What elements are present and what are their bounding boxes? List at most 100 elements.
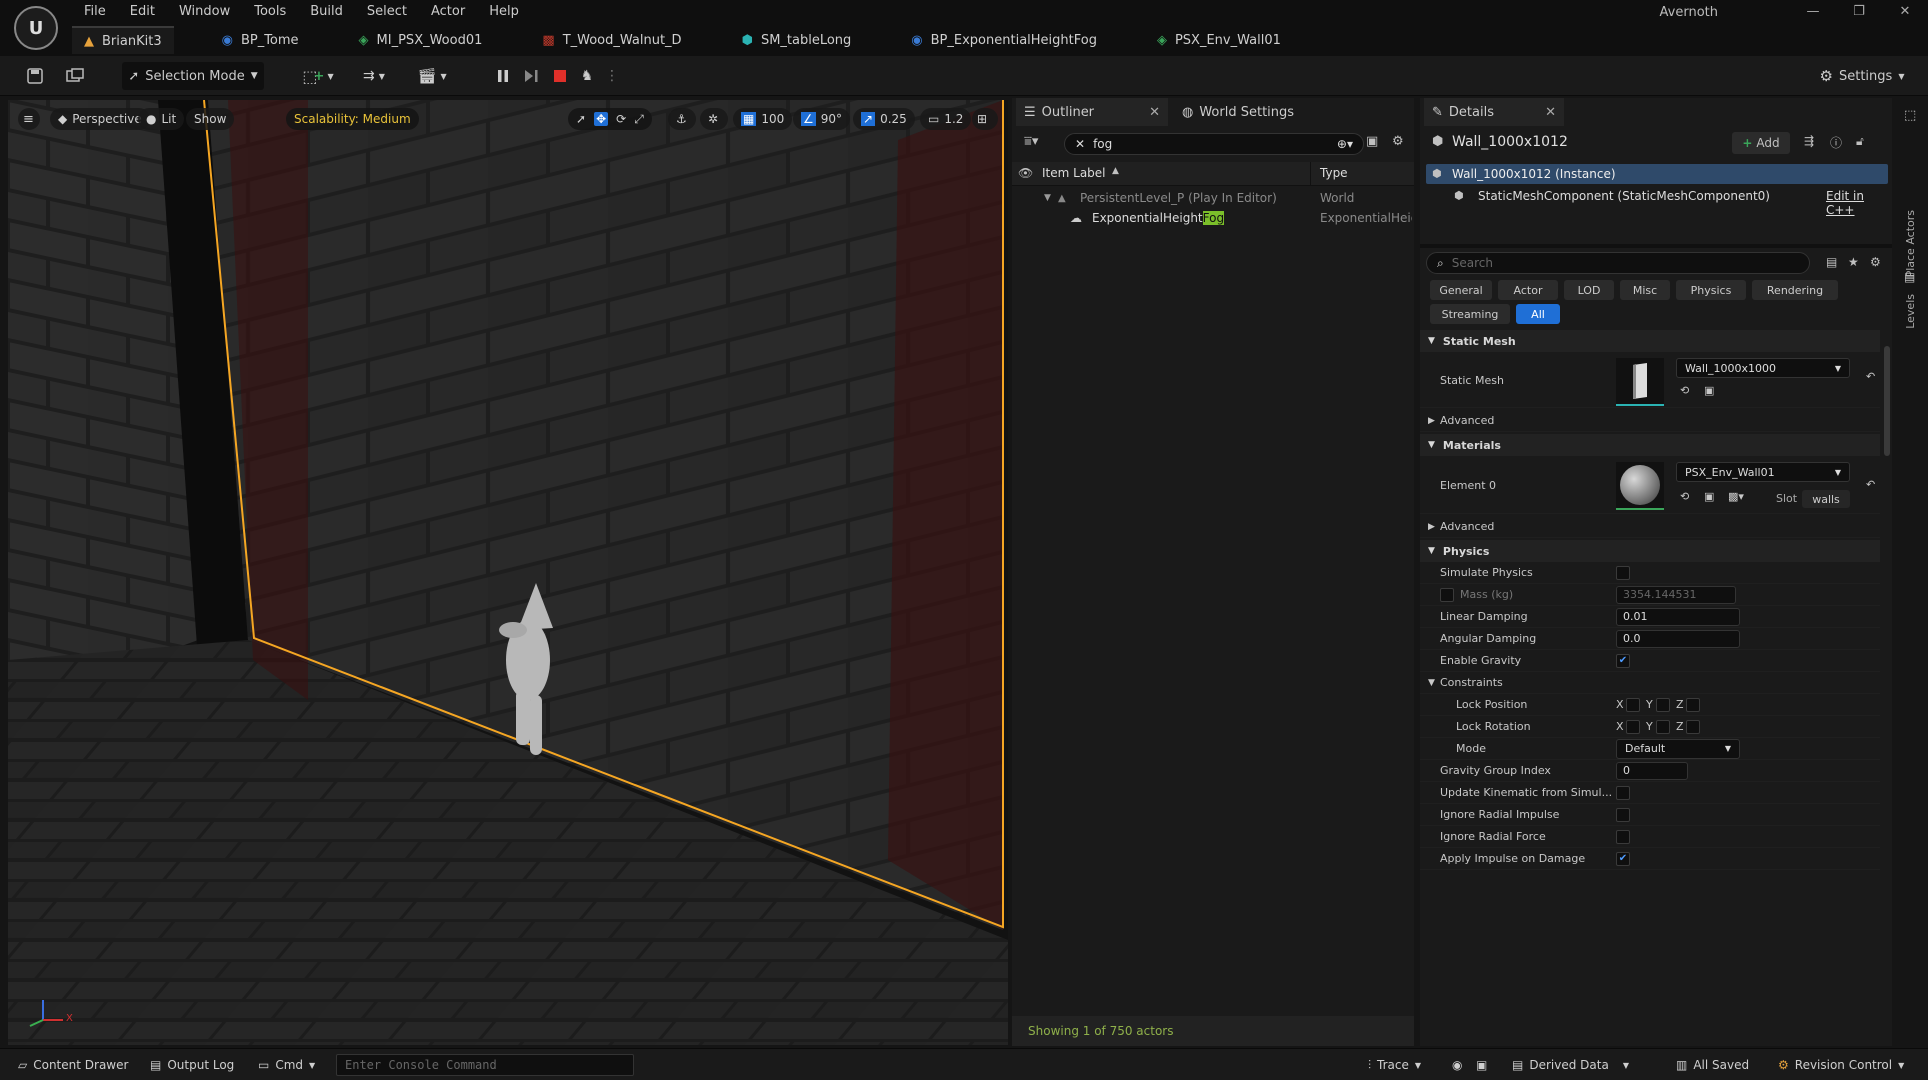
menu-file[interactable]: File	[72, 0, 118, 24]
filter-all[interactable]: All	[1516, 304, 1560, 324]
outliner-row-world[interactable]: ▼ ▲ PersistentLevel_P (Play In Editor) W…	[1012, 188, 1414, 208]
close-icon[interactable]: ✕	[1882, 0, 1928, 24]
scrollbar-track[interactable]	[1884, 328, 1890, 1046]
collapse-arrow-icon[interactable]: ▼	[1044, 193, 1051, 203]
linear-damping-input[interactable]: 0.01	[1616, 607, 1740, 626]
browse-to-asset-icon[interactable]: ⟲	[1680, 490, 1689, 503]
derived-data-button[interactable]: ▤ Derived Data ▼	[1512, 1055, 1629, 1075]
tab-t-wood-walnut-d[interactable]: ▩ T_Wood_Walnut_D	[530, 26, 693, 54]
folder-add-icon[interactable]: ▣	[1366, 134, 1378, 149]
filter-rendering[interactable]: Rendering	[1752, 280, 1838, 300]
ignore-radial-force-checkbox[interactable]	[1616, 829, 1630, 844]
blueprint-menu-icon[interactable]: ⇉ ▼	[354, 62, 394, 90]
advanced-static-mesh[interactable]: ▶ Advanced	[1420, 410, 1880, 432]
menu-build[interactable]: Build	[298, 0, 355, 24]
world-local-icon[interactable]: ✲	[700, 108, 728, 130]
material-picker[interactable]: PSX_Env_Wall01 ▼	[1676, 462, 1850, 482]
perspective-button[interactable]: ◆ Perspective	[50, 108, 150, 130]
mode-dropdown[interactable]: Default ▼	[1616, 738, 1740, 759]
reset-to-default-icon[interactable]: ↶	[1866, 370, 1875, 383]
rotation-snap-button[interactable]: ∠ 90°	[793, 108, 851, 130]
close-icon[interactable]: ✕	[1545, 105, 1556, 120]
camera-speed-button[interactable]: ▭ 1.2	[920, 108, 972, 130]
angular-damping-input[interactable]: 0.0	[1616, 629, 1740, 648]
filter-icon[interactable]: ⩸▾	[1024, 134, 1038, 149]
reset-to-default-icon[interactable]: ↶	[1866, 478, 1875, 491]
level-viewport[interactable]: X ≡ ◆ Perspective ● Lit Show Scalability…	[8, 100, 1008, 1045]
apply-impulse-checkbox[interactable]: ✔	[1616, 851, 1630, 866]
add-actor-icon[interactable]: ⬚ + ▼	[298, 62, 338, 90]
property-constraints[interactable]: ▼ Constraints	[1420, 672, 1880, 694]
viewport-layout-icon[interactable]: ⊞	[972, 108, 998, 130]
update-kinematic-checkbox[interactable]	[1616, 785, 1630, 800]
hamburger-menu-icon[interactable]: ≡	[18, 108, 40, 130]
tab-psx-env-wall01[interactable]: ◈ PSX_Env_Wall01	[1145, 26, 1293, 54]
table-view-icon[interactable]: ▤	[1826, 255, 1837, 269]
component-instance-row[interactable]: ⬢ Wall_1000x1012 (Instance)	[1426, 164, 1888, 184]
help-icon[interactable]: ⓘ	[1830, 134, 1842, 151]
tab-outliner[interactable]: ☰ Outliner ✕	[1016, 98, 1168, 126]
maximize-icon[interactable]: ❐	[1836, 0, 1882, 24]
content-browser-icon[interactable]	[62, 62, 88, 90]
lock-icon[interactable]: 🔓︎	[1856, 134, 1864, 149]
filter-actor[interactable]: Actor	[1498, 280, 1558, 300]
material-options-icon[interactable]: ▩▾	[1728, 490, 1744, 503]
trace-dropdown[interactable]: ⫶ Trace ▼	[1368, 1055, 1421, 1075]
add-component-button[interactable]: + Add	[1732, 132, 1790, 154]
material-thumbnail[interactable]	[1616, 462, 1664, 510]
tab-details[interactable]: ✎ Details ✕	[1424, 98, 1564, 126]
browse-folder-icon[interactable]: ▣	[1704, 490, 1714, 503]
side-tab-place-actors[interactable]: Place Actors	[1904, 210, 1917, 277]
edit-in-cpp-link[interactable]: Edit in C++	[1826, 189, 1892, 217]
column-item-label[interactable]: Item Label	[1042, 166, 1106, 180]
unreal-logo-icon[interactable]: U	[14, 6, 58, 50]
tab-world-settings[interactable]: ◍ World Settings	[1174, 98, 1302, 126]
object-name[interactable]: Wall_1000x1012	[1452, 134, 1568, 150]
lock-rotation-z-checkbox[interactable]	[1686, 719, 1700, 734]
rotate-tool-icon[interactable]: ⟳	[616, 112, 626, 126]
menu-tools[interactable]: Tools	[242, 0, 298, 24]
filter-general[interactable]: General	[1430, 280, 1492, 300]
lock-position-y-checkbox[interactable]	[1656, 697, 1670, 712]
stop-icon[interactable]	[549, 62, 571, 90]
menu-window[interactable]: Window	[167, 0, 242, 24]
lit-button[interactable]: ● Lit	[138, 108, 185, 130]
frame-skip-icon[interactable]	[520, 62, 542, 90]
favorite-star-icon[interactable]: ★	[1848, 255, 1859, 269]
tab-sm-tablelong[interactable]: ⬢ SM_tableLong	[730, 26, 864, 54]
filter-misc[interactable]: Misc	[1620, 280, 1670, 300]
details-search-input[interactable]: ⌕ Search	[1426, 252, 1810, 274]
filter-lod[interactable]: LOD	[1564, 280, 1614, 300]
ignore-radial-impulse-checkbox[interactable]	[1616, 807, 1630, 822]
all-saved-button[interactable]: ▥ All Saved	[1676, 1055, 1749, 1075]
content-drawer-button[interactable]: ▱ Content Drawer	[18, 1055, 128, 1075]
blueprint-convert-icon[interactable]: ⇶	[1804, 134, 1814, 148]
close-icon[interactable]: ✕	[1149, 105, 1160, 120]
scalability-warning[interactable]: Scalability: Medium	[286, 108, 419, 130]
static-mesh-picker[interactable]: Wall_1000x1000 ▼	[1676, 358, 1850, 378]
record-icon[interactable]: ◉	[1452, 1055, 1462, 1075]
scale-snap-button[interactable]: ↗ 0.25	[853, 108, 915, 130]
browse-folder-icon[interactable]: ▣	[1704, 384, 1714, 397]
menu-edit[interactable]: Edit	[118, 0, 167, 24]
tab-bp-tome[interactable]: ◉ BP_Tome	[210, 26, 311, 54]
tab-briankit3[interactable]: ▲ BrianKit3	[72, 26, 174, 54]
visibility-eye-icon[interactable]: 👁︎	[1018, 166, 1033, 180]
clear-search-icon[interactable]: ✕	[1075, 137, 1085, 151]
outliner-search-input[interactable]: ✕ fog ⊕▾	[1064, 133, 1364, 155]
pause-icon[interactable]	[492, 62, 514, 90]
scrollbar-thumb[interactable]	[1884, 346, 1890, 456]
revision-control-button[interactable]: ⚙ Revision Control ▼	[1778, 1055, 1904, 1075]
enable-gravity-checkbox[interactable]: ✔	[1616, 653, 1630, 668]
lock-rotation-x-checkbox[interactable]	[1626, 719, 1640, 734]
levels-icon[interactable]: ▤	[1904, 270, 1915, 284]
browse-to-asset-icon[interactable]: ⟲	[1680, 384, 1689, 397]
selection-mode-dropdown[interactable]: ➚ Selection Mode ▼	[122, 62, 264, 90]
component-row[interactable]: ⬢ StaticMeshComponent (StaticMeshCompone…	[1420, 186, 1892, 217]
category-static-mesh[interactable]: ▼ Static Mesh	[1420, 330, 1880, 352]
scale-tool-icon[interactable]: ⤢	[634, 112, 644, 127]
cmd-dropdown[interactable]: ▭ Cmd ▼	[258, 1055, 315, 1075]
lock-position-x-checkbox[interactable]	[1626, 697, 1640, 712]
show-button[interactable]: Show	[186, 108, 235, 130]
more-options-icon[interactable]: ⋮	[605, 62, 619, 90]
